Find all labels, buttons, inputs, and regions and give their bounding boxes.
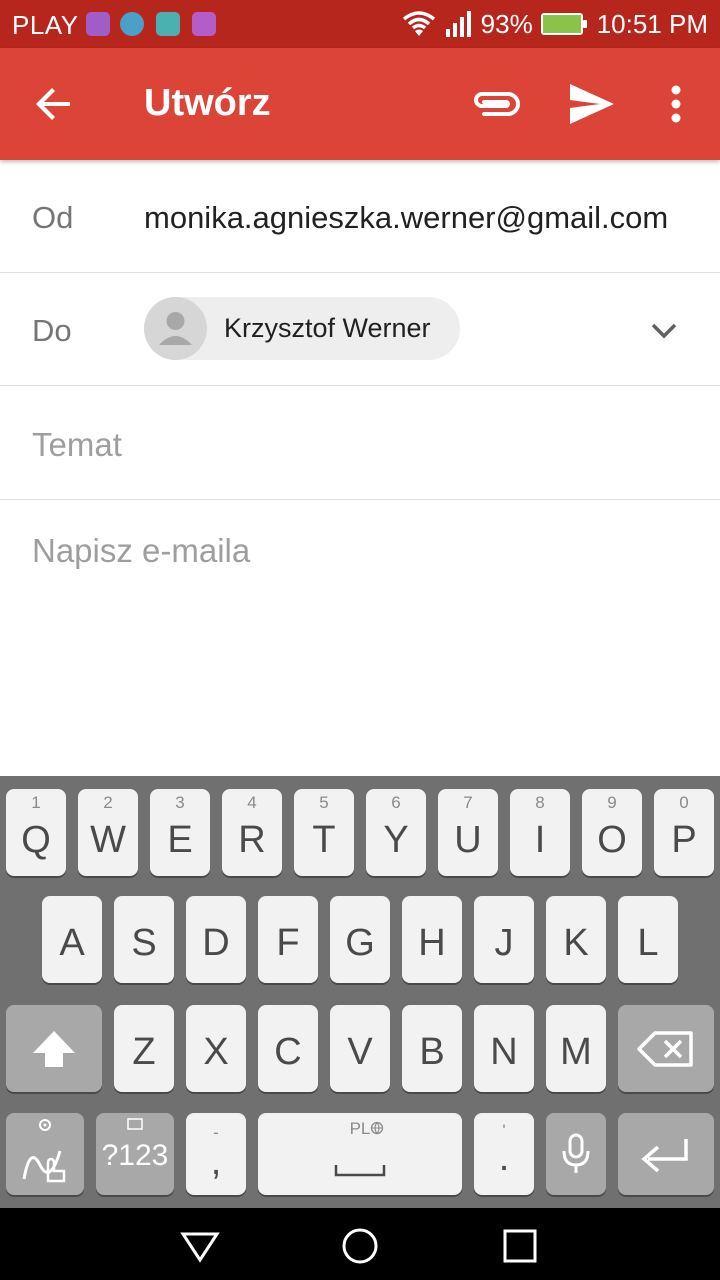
send-icon[interactable] xyxy=(566,80,618,128)
backspace-icon xyxy=(637,1031,693,1067)
key-y[interactable]: 6Y xyxy=(366,789,426,876)
battery-percent: 93% xyxy=(480,8,533,39)
to-row[interactable]: Do Krzysztof Werner xyxy=(0,273,720,386)
body-placeholder: Napisz e-maila xyxy=(32,532,251,569)
person-icon xyxy=(159,312,192,345)
clock: 10:51 PM xyxy=(596,8,708,39)
key-i[interactable]: 8I xyxy=(510,789,570,876)
from-row: Od monika.agnieszka.werner@gmail.com xyxy=(0,160,720,273)
app-bar: Utwórz xyxy=(0,48,720,160)
key-l[interactable]: L xyxy=(618,896,678,983)
avatar xyxy=(144,297,207,360)
emoji-switch-icon xyxy=(127,1118,143,1130)
chevron-down-icon[interactable] xyxy=(648,315,680,347)
keyboard: 1Q 2W 3E 4R 5T 6Y 7U 8I 9O 0P A S D F G … xyxy=(0,776,720,1208)
key-j[interactable]: J xyxy=(474,896,534,983)
key-q[interactable]: 1Q xyxy=(6,789,66,876)
backspace-key[interactable] xyxy=(618,1005,714,1092)
key-m[interactable]: M xyxy=(546,1005,606,1092)
arrow-back-icon[interactable] xyxy=(30,80,78,128)
key-n[interactable]: N xyxy=(474,1005,534,1092)
body-field[interactable]: Napisz e-maila xyxy=(0,500,720,776)
recents-square-icon[interactable] xyxy=(500,1226,540,1266)
symbols-label: ?123 xyxy=(101,1139,169,1172)
key-s[interactable]: S xyxy=(114,896,174,983)
to-label: Do xyxy=(32,313,72,348)
notification-android-icon xyxy=(156,12,180,36)
wifi-icon xyxy=(402,11,435,36)
microphone-icon xyxy=(562,1133,590,1173)
key-a[interactable]: A xyxy=(42,896,102,983)
gesture-settings-key[interactable] xyxy=(6,1113,84,1195)
signal-icon xyxy=(445,11,471,37)
key-x[interactable]: X xyxy=(186,1005,246,1092)
recipient-name: Krzysztof Werner xyxy=(224,313,431,343)
enter-key[interactable] xyxy=(618,1113,714,1195)
notification-globe-icon xyxy=(120,12,144,36)
paperclip-icon[interactable] xyxy=(470,82,522,126)
settings-gear-icon xyxy=(39,1119,51,1131)
period-key[interactable]: ' . xyxy=(474,1113,534,1195)
notification-image-icon xyxy=(192,12,216,36)
status-bar: PLAY 93% 10:51 PM xyxy=(0,0,720,48)
battery-charging-icon xyxy=(540,13,587,35)
from-account[interactable]: monika.agnieszka.werner@gmail.com xyxy=(144,200,668,236)
home-circle-icon[interactable] xyxy=(340,1226,380,1266)
symbols-key[interactable]: ?123 xyxy=(96,1113,174,1195)
more-vert-icon[interactable] xyxy=(656,80,696,128)
space-bar-icon xyxy=(334,1165,386,1177)
voice-input-key[interactable] xyxy=(546,1113,606,1195)
comma-key[interactable]: - , xyxy=(186,1113,246,1195)
key-c[interactable]: C xyxy=(258,1005,318,1092)
notification-app-icon xyxy=(86,12,110,36)
subject-field[interactable]: Temat xyxy=(0,386,720,500)
shift-arrow-icon xyxy=(33,1031,75,1067)
page-title: Utwórz xyxy=(144,82,271,124)
key-g[interactable]: G xyxy=(330,896,390,983)
key-w[interactable]: 2W xyxy=(78,789,138,876)
subject-placeholder: Temat xyxy=(32,426,122,463)
carrier-label: PLAY xyxy=(12,10,79,40)
key-z[interactable]: Z xyxy=(114,1005,174,1092)
key-b[interactable]: B xyxy=(402,1005,462,1092)
key-d[interactable]: D xyxy=(186,896,246,983)
navigation-bar xyxy=(0,1208,720,1280)
key-k[interactable]: K xyxy=(546,896,606,983)
globe-icon xyxy=(370,1121,384,1135)
key-r[interactable]: 4R xyxy=(222,789,282,876)
key-h[interactable]: H xyxy=(402,896,462,983)
key-o[interactable]: 9O xyxy=(582,789,642,876)
enter-arrow-icon xyxy=(641,1139,688,1173)
recipient-chip[interactable]: Krzysztof Werner xyxy=(144,297,460,360)
from-label: Od xyxy=(32,200,74,235)
shift-key[interactable] xyxy=(6,1005,102,1092)
key-f[interactable]: F xyxy=(258,896,318,983)
gesture-hand-icon xyxy=(22,1150,66,1183)
key-t[interactable]: 5T xyxy=(294,789,354,876)
key-e[interactable]: 3E xyxy=(150,789,210,876)
key-u[interactable]: 7U xyxy=(438,789,498,876)
key-v[interactable]: V xyxy=(330,1005,390,1092)
back-triangle-icon[interactable] xyxy=(180,1226,220,1266)
key-p[interactable]: 0P xyxy=(654,789,714,876)
space-key[interactable]: PL xyxy=(258,1113,462,1195)
language-label: PL xyxy=(349,1119,371,1138)
